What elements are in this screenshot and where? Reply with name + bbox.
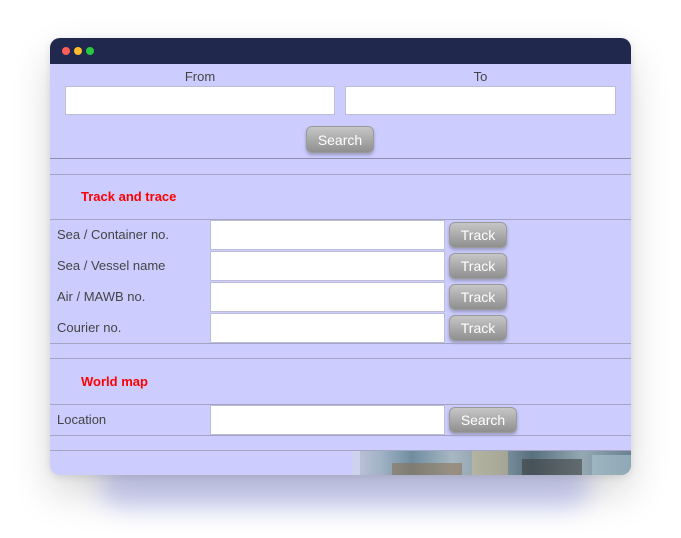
from-input[interactable]	[65, 86, 335, 115]
mawb-no-label: Air / MAWB no.	[57, 289, 146, 304]
from-label: From	[184, 69, 216, 84]
to-input[interactable]	[345, 86, 616, 115]
track-container-button[interactable]: Track	[449, 222, 507, 248]
container-no-input[interactable]	[210, 220, 445, 250]
route-search-button[interactable]: Search	[306, 126, 374, 153]
location-label: Location	[57, 412, 107, 427]
mawb-no-input[interactable]	[210, 282, 445, 312]
track-mawb-button[interactable]: Track	[449, 284, 507, 310]
vessel-name-label: Sea / Vessel name	[57, 258, 166, 273]
to-label: To	[473, 69, 488, 84]
track-and-trace-title: Track and trace	[81, 189, 177, 204]
minimize-window-icon[interactable]	[74, 47, 82, 55]
vessel-name-input[interactable]	[210, 251, 445, 281]
divider	[50, 343, 631, 344]
close-window-icon[interactable]	[62, 47, 70, 55]
track-vessel-button[interactable]: Track	[449, 253, 507, 279]
world-map-title: World map	[81, 374, 148, 389]
maximize-window-icon[interactable]	[86, 47, 94, 55]
app-window: From To Search Track and trace Sea / Con…	[50, 38, 631, 475]
track-courier-button[interactable]: Track	[449, 315, 507, 341]
location-search-button[interactable]: Search	[449, 407, 517, 433]
container-no-label: Sea / Container no.	[57, 227, 170, 242]
courier-no-label: Courier no.	[57, 320, 122, 335]
harbor-photo	[352, 451, 631, 475]
divider	[50, 435, 631, 436]
courier-no-input[interactable]	[210, 313, 445, 343]
divider	[50, 358, 631, 359]
divider	[50, 158, 631, 159]
location-input[interactable]	[210, 405, 445, 435]
title-bar	[50, 38, 631, 64]
divider	[50, 174, 631, 175]
